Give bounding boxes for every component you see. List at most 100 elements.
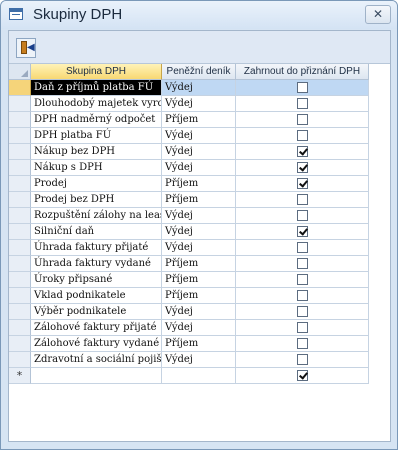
table-row[interactable]: DPH nadměrný odpočet Příjem — [9, 112, 369, 128]
record-selector[interactable] — [9, 112, 31, 128]
cell-penezni-denik[interactable]: Příjem — [162, 176, 236, 192]
cell-skupina[interactable]: Úhrada faktury přijaté — [31, 240, 162, 256]
include-checkbox[interactable] — [297, 370, 308, 381]
table-row[interactable]: Zálohové faktury vydané Příjem — [9, 336, 369, 352]
cell-penezni-denik[interactable]: Příjem — [162, 192, 236, 208]
include-checkbox[interactable] — [297, 82, 308, 93]
cell-penezni-denik[interactable]: Výdej — [162, 224, 236, 240]
include-checkbox[interactable] — [297, 322, 308, 333]
include-checkbox[interactable] — [297, 146, 308, 157]
cell-skupina[interactable]: Zálohové faktury přijaté — [31, 320, 162, 336]
include-checkbox[interactable] — [297, 114, 308, 125]
cell-skupina[interactable]: DPH platba FÚ — [31, 128, 162, 144]
cell-skupina[interactable]: Zálohové faktury vydané — [31, 336, 162, 352]
table-row[interactable]: Daň z příjmů platba FÚ Výdej — [9, 80, 369, 96]
cell-penezni-denik[interactable]: Příjem — [162, 288, 236, 304]
cell-skupina[interactable]: Nákup s DPH — [31, 160, 162, 176]
table-row[interactable]: Dlouhodobý majetek vyro Výdej — [9, 96, 369, 112]
include-checkbox[interactable] — [297, 290, 308, 301]
table-row[interactable]: Zálohové faktury přijaté Výdej — [9, 320, 369, 336]
cell-penezni-denik[interactable]: Výdej — [162, 128, 236, 144]
select-all-corner[interactable] — [9, 64, 31, 80]
table-row[interactable]: Prodej bez DPH Příjem — [9, 192, 369, 208]
table-row[interactable]: Zdravotní a sociální pojiště Výdej — [9, 352, 369, 368]
include-checkbox[interactable] — [297, 306, 308, 317]
cell-penezni-denik[interactable]: Výdej — [162, 96, 236, 112]
cell-skupina[interactable]: Dlouhodobý majetek vyro — [31, 96, 162, 112]
exit-button[interactable]: ◀ — [16, 38, 36, 58]
include-checkbox[interactable] — [297, 130, 308, 141]
record-selector[interactable] — [9, 272, 31, 288]
record-selector[interactable] — [9, 96, 31, 112]
cell-skupina[interactable]: DPH nadměrný odpočet — [31, 112, 162, 128]
table-row[interactable]: Silniční daň Výdej — [9, 224, 369, 240]
include-checkbox[interactable] — [297, 354, 308, 365]
cell-skupina[interactable]: Prodej — [31, 176, 162, 192]
cell-penezni-denik[interactable] — [162, 368, 236, 384]
cell-skupina[interactable]: Silniční daň — [31, 224, 162, 240]
cell-penezni-denik[interactable]: Příjem — [162, 112, 236, 128]
cell-skupina[interactable]: Daň z příjmů platba FÚ — [31, 80, 162, 96]
cell-penezni-denik[interactable]: Výdej — [162, 320, 236, 336]
cell-penezni-denik[interactable]: Příjem — [162, 272, 236, 288]
table-row[interactable]: Rozpuštění zálohy na leas Výdej — [9, 208, 369, 224]
record-selector[interactable] — [9, 320, 31, 336]
title-bar[interactable]: Skupiny DPH ✕ — [1, 1, 397, 29]
cell-skupina[interactable]: Rozpuštění zálohy na leas — [31, 208, 162, 224]
record-selector[interactable] — [9, 80, 31, 96]
record-selector[interactable] — [9, 192, 31, 208]
record-selector[interactable] — [9, 144, 31, 160]
include-checkbox[interactable] — [297, 178, 308, 189]
new-record-row[interactable]: * — [9, 368, 369, 384]
table-row[interactable]: Výběr podnikatele Výdej — [9, 304, 369, 320]
cell-penezni-denik[interactable]: Výdej — [162, 240, 236, 256]
record-selector[interactable] — [9, 208, 31, 224]
cell-skupina[interactable] — [31, 368, 162, 384]
include-checkbox[interactable] — [297, 210, 308, 221]
cell-penezni-denik[interactable]: Výdej — [162, 208, 236, 224]
cell-skupina[interactable]: Úroky připsané — [31, 272, 162, 288]
cell-penezni-denik[interactable]: Příjem — [162, 256, 236, 272]
include-checkbox[interactable] — [297, 98, 308, 109]
cell-skupina[interactable]: Zdravotní a sociální pojiště — [31, 352, 162, 368]
table-row[interactable]: Úroky připsané Příjem — [9, 272, 369, 288]
cell-penezni-denik[interactable]: Výdej — [162, 144, 236, 160]
cell-skupina[interactable]: Prodej bez DPH — [31, 192, 162, 208]
column-header-zahrnout[interactable]: Zahrnout do přiznání DPH — [236, 64, 369, 80]
column-header-penezni-denik[interactable]: Peněžní deník — [162, 64, 236, 80]
include-checkbox[interactable] — [297, 226, 308, 237]
column-header-skupina[interactable]: Skupina DPH — [31, 64, 162, 80]
cell-skupina[interactable]: Vklad podnikatele — [31, 288, 162, 304]
include-checkbox[interactable] — [297, 242, 308, 253]
table-row[interactable]: DPH platba FÚ Výdej — [9, 128, 369, 144]
include-checkbox[interactable] — [297, 338, 308, 349]
cell-skupina[interactable]: Úhrada faktury vydané — [31, 256, 162, 272]
record-selector[interactable] — [9, 240, 31, 256]
include-checkbox[interactable] — [297, 258, 308, 269]
include-checkbox[interactable] — [297, 194, 308, 205]
include-checkbox[interactable] — [297, 274, 308, 285]
cell-skupina[interactable]: Výběr podnikatele — [31, 304, 162, 320]
table-row[interactable]: Úhrada faktury vydané Příjem — [9, 256, 369, 272]
record-selector[interactable] — [9, 352, 31, 368]
cell-skupina[interactable]: Nákup bez DPH — [31, 144, 162, 160]
record-selector[interactable] — [9, 128, 31, 144]
record-selector[interactable] — [9, 160, 31, 176]
record-selector[interactable] — [9, 224, 31, 240]
include-checkbox[interactable] — [297, 162, 308, 173]
record-selector[interactable] — [9, 304, 31, 320]
table-row[interactable]: Nákup bez DPH Výdej — [9, 144, 369, 160]
cell-penezni-denik[interactable]: Výdej — [162, 352, 236, 368]
table-row[interactable]: Vklad podnikatele Příjem — [9, 288, 369, 304]
record-selector[interactable] — [9, 288, 31, 304]
new-record-marker[interactable]: * — [9, 368, 31, 384]
table-row[interactable]: Prodej Příjem — [9, 176, 369, 192]
cell-penezni-denik[interactable]: Výdej — [162, 160, 236, 176]
close-button[interactable]: ✕ — [365, 5, 391, 24]
record-selector[interactable] — [9, 336, 31, 352]
table-row[interactable]: Nákup s DPH Výdej — [9, 160, 369, 176]
cell-penezni-denik[interactable]: Příjem — [162, 336, 236, 352]
cell-penezni-denik[interactable]: Výdej — [162, 304, 236, 320]
record-selector[interactable] — [9, 256, 31, 272]
cell-penezni-denik[interactable]: Výdej — [162, 80, 236, 96]
